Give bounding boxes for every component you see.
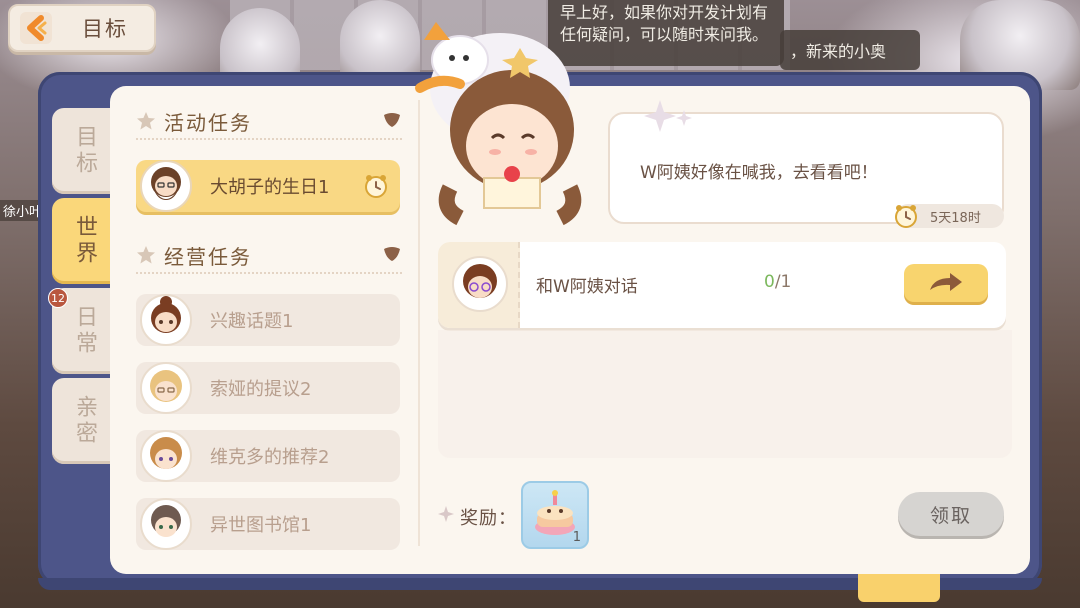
speech-text: W阿姨好像在喊我，去看看吧！ (640, 163, 878, 183)
task-item-victor-recommend[interactable]: 维克多的推荐2 (136, 430, 400, 482)
collapse-heart-icon (384, 247, 400, 261)
tab-world[interactable]: 世界 (52, 198, 116, 284)
reward-count: 1 (572, 530, 581, 545)
sparkle-icon (644, 100, 692, 132)
alarm-clock-icon (365, 175, 387, 198)
daily-badge: 12 (48, 288, 68, 308)
sparkle-icon (438, 506, 454, 522)
tab-world-label: 世界 (72, 215, 97, 267)
npc-dialog-2: ，新来的小奥 (780, 30, 920, 70)
reward-label: 奖励： (460, 508, 517, 529)
back-button[interactable]: 目标 (8, 4, 156, 52)
girl-avatar (140, 294, 192, 346)
task-item-other-library[interactable]: 异世图书馆1 (136, 498, 400, 550)
page-title: 目标 (82, 17, 128, 41)
section-event-header[interactable]: 活动任务 (136, 104, 402, 140)
sonya-avatar (140, 362, 192, 414)
back-arrow-icon (16, 8, 56, 48)
objective-label: 和W阿姨对话 (536, 277, 638, 297)
auntie-w-avatar (452, 256, 508, 312)
objective-area (438, 330, 1012, 458)
task-label: 兴趣话题1 (210, 311, 294, 332)
task-label: 维克多的推荐2 (210, 447, 330, 468)
task-item-interest-topic[interactable]: 兴趣话题1 (136, 294, 400, 346)
chibi-character-illustration (400, 18, 610, 228)
claim-button[interactable]: 领取 (898, 492, 1004, 536)
section-event-title: 活动任务 (164, 110, 252, 135)
task-label: 异世图书馆1 (210, 515, 312, 536)
quest-timer: 5天18时 (895, 204, 1004, 228)
tab-daily-label: 日常 (72, 305, 97, 357)
arrow-right-icon (930, 273, 962, 291)
bottom-ribbon (858, 574, 940, 602)
go-to-button[interactable] (904, 264, 988, 302)
librarian-avatar (140, 498, 192, 550)
objective-progress: 0/1 (764, 272, 791, 292)
progress-current: 0 (764, 272, 775, 292)
task-label: 索娅的提议2 (210, 379, 312, 400)
section-business-title: 经营任务 (164, 244, 252, 269)
victor-avatar (140, 430, 192, 482)
star-icon (137, 112, 155, 130)
tab-intimacy[interactable]: 亲密 (52, 378, 116, 464)
tab-intimacy-label: 亲密 (72, 395, 97, 447)
beard-avatar (140, 160, 192, 212)
task-label: 大胡子的生日1 (210, 177, 330, 198)
progress-total: /1 (774, 272, 792, 292)
task-item-sonya-proposal[interactable]: 索娅的提议2 (136, 362, 400, 414)
tab-goals-label: 目标 (72, 125, 97, 177)
tab-goals[interactable]: 目标 (52, 108, 116, 194)
section-business-header[interactable]: 经营任务 (136, 238, 402, 274)
task-item-beard-birthday[interactable]: 大胡子的生日1 (136, 160, 400, 212)
alarm-clock-icon (895, 205, 917, 228)
star-icon (137, 246, 155, 264)
collapse-heart-icon (384, 113, 400, 127)
reward-item-cake[interactable]: 1 (521, 481, 589, 549)
timer-text: 5天18时 (930, 210, 981, 226)
